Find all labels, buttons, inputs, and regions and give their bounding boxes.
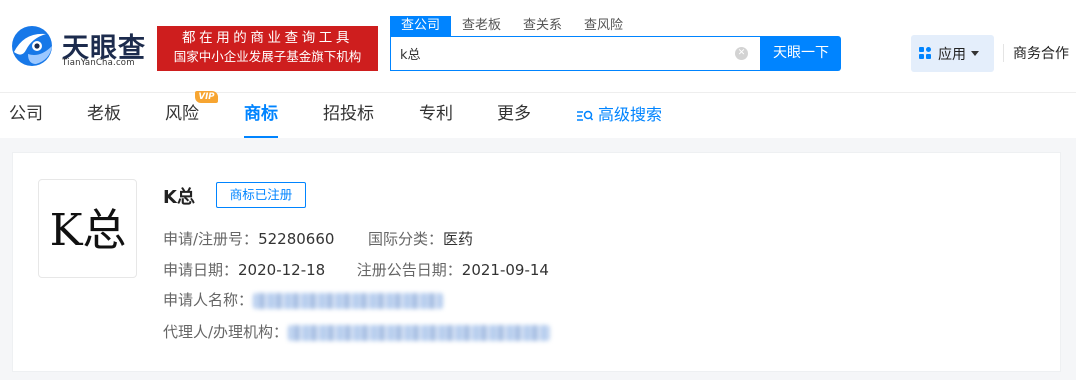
intl-class-label: 国际分类： bbox=[367, 230, 443, 248]
nav-trademark-label: 商标 bbox=[244, 104, 278, 124]
search-type-tabs: 查公司 查老板 查关系 查风险 bbox=[390, 16, 634, 36]
apply-date-label: 申请日期： bbox=[163, 261, 239, 279]
advanced-search-icon bbox=[577, 110, 593, 121]
agent-row: 代理人/办理机构： bbox=[163, 321, 551, 342]
trademark-image[interactable]: K总 bbox=[38, 179, 137, 278]
tab-search-risk[interactable]: 查风险 bbox=[573, 16, 634, 36]
applicant-value-redacted[interactable] bbox=[253, 292, 444, 309]
apps-menu-button[interactable]: 应用 bbox=[911, 35, 994, 72]
status-badge: 商标已注册 bbox=[216, 182, 306, 208]
apply-date-value: 2020-12-18 bbox=[238, 261, 326, 279]
announce-date-label: 注册公告日期： bbox=[356, 261, 462, 279]
applicant-label: 申请人名称： bbox=[163, 291, 254, 309]
advanced-search-label: 高级搜索 bbox=[598, 105, 663, 124]
tianyancha-logo[interactable]: 天眼查 TianYanCha.com bbox=[10, 22, 150, 72]
agent-label: 代理人/办理机构： bbox=[163, 323, 289, 341]
trademark-image-text: K总 bbox=[50, 205, 127, 256]
apps-label: 应用 bbox=[938, 46, 966, 63]
nav-boss[interactable]: 老板 bbox=[87, 93, 121, 138]
reg-no-value: 52280660 bbox=[258, 230, 335, 248]
nav-trademark[interactable]: 商标 bbox=[244, 93, 278, 138]
registration-row: 申请/注册号：52280660 国际分类：医药 bbox=[163, 228, 473, 249]
applicant-row: 申请人名称： bbox=[163, 289, 444, 310]
nav-bidding[interactable]: 招投标 bbox=[323, 93, 374, 138]
announce-date-value: 2021-09-14 bbox=[461, 261, 549, 279]
search-box: ✕ bbox=[390, 36, 761, 71]
intl-class-value: 医药 bbox=[443, 230, 474, 248]
nav-company[interactable]: 公司 bbox=[9, 93, 43, 138]
slogan-line-1: 都在用的商业查询工具 bbox=[182, 30, 353, 46]
nav-patent[interactable]: 专利 bbox=[419, 93, 453, 138]
logo-domain: TianYanCha.com bbox=[62, 58, 135, 68]
vip-badge: VIP bbox=[195, 91, 218, 103]
tab-search-company[interactable]: 查公司 bbox=[390, 16, 452, 36]
tab-search-relation[interactable]: 查关系 bbox=[512, 16, 573, 36]
apps-grid-icon bbox=[919, 47, 932, 60]
advanced-search-link[interactable]: 高级搜索 bbox=[577, 93, 662, 138]
eye-logo-icon bbox=[12, 26, 52, 66]
header-divider bbox=[1003, 44, 1004, 62]
search-input[interactable] bbox=[391, 37, 731, 70]
agent-value-redacted[interactable] bbox=[288, 324, 551, 341]
tab-search-boss[interactable]: 查老板 bbox=[451, 16, 512, 36]
top-header: 天眼查 TianYanCha.com 都在用的商业查询工具 国家中小企业发展子基… bbox=[0, 0, 1076, 92]
business-cooperation-link[interactable]: 商务合作 bbox=[1013, 43, 1069, 63]
nav-risk[interactable]: 风险 bbox=[165, 93, 199, 138]
clear-search-icon[interactable]: ✕ bbox=[735, 47, 748, 60]
dates-row: 申请日期：2020-12-18 注册公告日期：2021-09-14 bbox=[163, 259, 549, 280]
category-nav: 公司 老板 风险 商标 招投标 专利 更多 高级搜索 bbox=[0, 92, 1076, 138]
reg-no-label: 申请/注册号： bbox=[163, 230, 259, 248]
nav-more[interactable]: 更多 bbox=[497, 93, 531, 138]
trademark-image-graphic: K总 bbox=[50, 205, 127, 256]
chevron-down-icon bbox=[971, 51, 979, 56]
trademark-result-card[interactable]: K总 K总 商标已注册 申请/注册号：52280660 国际分类：医药 申请日期… bbox=[12, 152, 1061, 372]
slogan-banner[interactable]: 都在用的商业查询工具 国家中小企业发展子基金旗下机构 bbox=[157, 26, 378, 71]
trademark-name[interactable]: K总 bbox=[163, 183, 195, 209]
search-button[interactable]: 天眼一下 bbox=[761, 36, 841, 71]
slogan-line-2: 国家中小企业发展子基金旗下机构 bbox=[173, 49, 362, 64]
active-tab-underline bbox=[244, 136, 278, 138]
